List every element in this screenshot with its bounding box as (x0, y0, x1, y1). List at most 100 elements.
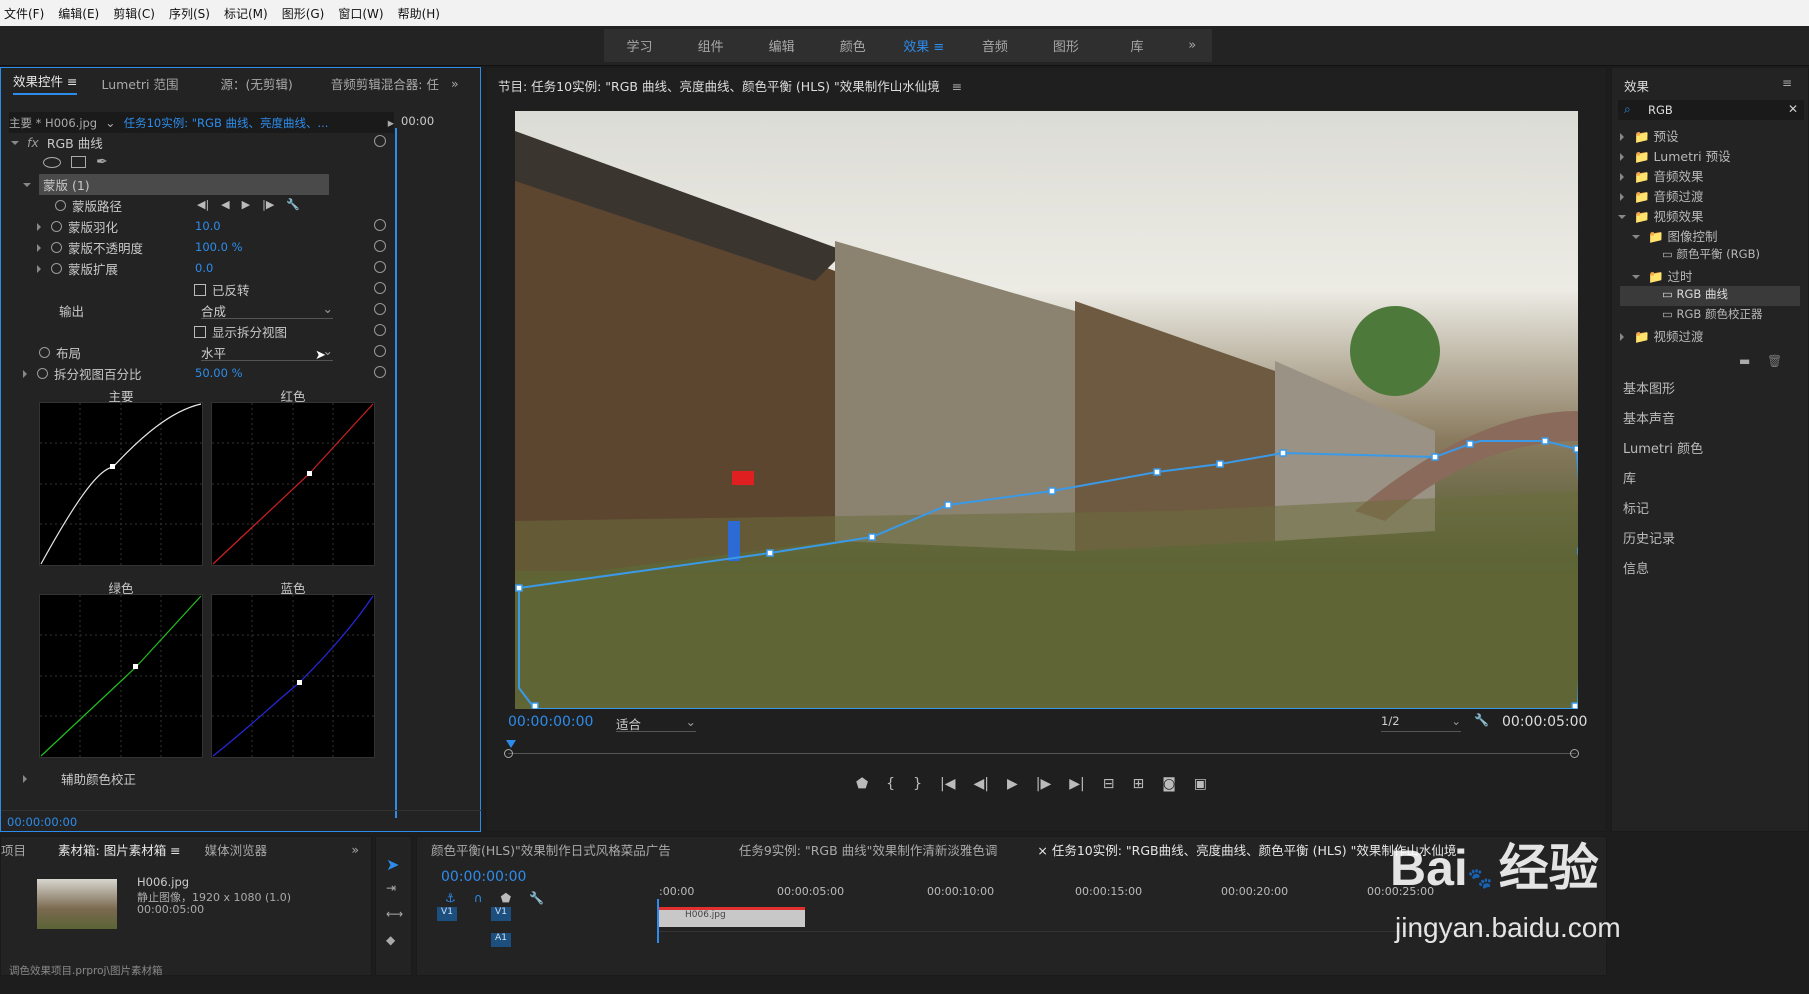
tree-image-control[interactable]: 📁 图像控制 (1632, 226, 1718, 246)
stopwatch-icon[interactable] (39, 347, 50, 358)
reset-icon[interactable] (374, 135, 386, 147)
reset-icon[interactable] (374, 366, 386, 378)
playhead-icon[interactable] (506, 740, 516, 748)
tab-project[interactable]: 项目 (1, 840, 26, 859)
ws-graphics[interactable]: 图形 (1030, 36, 1101, 55)
ws-effects[interactable]: 效果 ≡ (888, 36, 959, 55)
expand-value[interactable]: 0.0 (195, 261, 213, 275)
play-icon[interactable]: ▶ (1007, 776, 1018, 792)
ws-editing[interactable]: 编辑 (746, 36, 817, 55)
menu-clip[interactable]: 剪辑(C) (113, 5, 155, 22)
linked-icon[interactable]: ∩ (474, 891, 483, 905)
stopwatch-icon[interactable] (37, 368, 48, 379)
tab-effect-controls[interactable]: 效果控件 ≡ (13, 71, 78, 95)
ec-timecode[interactable]: 00:00:00:00 (7, 815, 77, 829)
menu-file[interactable]: 文件(F) (4, 5, 44, 22)
program-timecode[interactable]: 00:00:00:00 (508, 714, 593, 730)
rect-mask-icon[interactable] (71, 156, 86, 168)
reset-icon[interactable] (374, 324, 386, 336)
clip-selector[interactable]: 主要 * H006.jpg ⌄ 任务10实例: "RGB 曲线、亮度曲线、...… (9, 112, 394, 133)
output-dropdown[interactable]: 合成 ⌄ (201, 301, 333, 319)
menu-marker[interactable]: 标记(M) (224, 5, 268, 22)
tree-video-transitions[interactable]: 📁 视频过渡 (1620, 326, 1704, 346)
track-back-all-icon[interactable]: ◀| (197, 198, 209, 211)
go-to-in-icon[interactable]: |◀ (940, 776, 955, 792)
tree-rgb-color-corrector[interactable]: ▭ RGB 颜色校正器 (1662, 306, 1762, 326)
menu-icon[interactable]: ≡ (1782, 76, 1792, 90)
tree-color-balance-rgb[interactable]: ▭ 颜色平衡 (RGB) (1662, 246, 1760, 266)
wrench-icon[interactable]: 🔧 (286, 198, 300, 211)
checkbox-icon[interactable] (194, 325, 206, 338)
panel-lumetri-color[interactable]: Lumetri 颜色 (1623, 438, 1703, 464)
show-split-checkbox[interactable]: 显示拆分视图 (194, 321, 287, 342)
feather-value[interactable]: 10.0 (195, 219, 221, 233)
step-forward-icon[interactable]: |▶ (1036, 776, 1051, 792)
panel-libraries[interactable]: 库 (1623, 468, 1636, 494)
menu-window[interactable]: 窗口(W) (338, 5, 383, 22)
menu-sequence[interactable]: 序列(S) (169, 5, 210, 22)
stopwatch-icon[interactable] (51, 242, 62, 253)
stopwatch-icon[interactable] (55, 200, 66, 211)
panel-markers[interactable]: 标记 (1623, 498, 1649, 524)
master-curve[interactable] (39, 402, 203, 566)
tree-audio-transitions[interactable]: 📁 音频过渡 (1620, 186, 1704, 206)
clear-search-icon[interactable]: ✕ (1788, 102, 1798, 116)
v1-source-toggle[interactable]: V1 (437, 907, 457, 921)
ellipse-mask-icon[interactable] (43, 156, 61, 168)
track-select-icon[interactable]: ⇥ (386, 881, 396, 895)
green-curve[interactable] (39, 594, 203, 758)
camera-icon[interactable]: ◙ (1162, 776, 1176, 792)
delete-icon[interactable]: 🗑 (1767, 354, 1782, 368)
expand-icon[interactable] (11, 140, 19, 145)
inverted-checkbox[interactable]: 已反转 (194, 279, 250, 300)
v1-track-label[interactable]: V1 (491, 907, 511, 921)
menu-edit[interactable]: 编辑(E) (58, 5, 99, 22)
more-workspaces-icon[interactable]: » (1173, 38, 1212, 53)
play-arrow-icon[interactable]: ▸ (388, 115, 394, 130)
tab-seq-1[interactable]: 颜色平衡(HLS)"效果制作日式风格菜品广告 (431, 840, 671, 859)
wrench-icon[interactable]: 🔧 (1474, 713, 1489, 727)
tree-video-effects[interactable]: 📁 视频效果 (1618, 206, 1704, 226)
pen-mask-icon[interactable]: ✒ (96, 154, 108, 170)
timeline-clip[interactable]: H006.jpg (659, 907, 805, 927)
clip-thumbnail[interactable] (37, 879, 117, 929)
selection-tool-icon[interactable]: ➤ (386, 855, 399, 874)
secondary-color-row[interactable]: 辅助颜色校正 (23, 768, 136, 789)
tab-bin[interactable]: 素材箱: 图片素材箱 ≡ (58, 840, 181, 859)
fit-dropdown[interactable]: 适合 ⌄ (616, 714, 696, 732)
add-marker-icon[interactable]: ⬟ (856, 776, 868, 792)
stopwatch-icon[interactable] (51, 263, 62, 274)
overflow-icon[interactable]: » (451, 76, 459, 91)
tree-rgb-curves[interactable]: ▭ RGB 曲线 (1620, 286, 1800, 306)
fx-icon[interactable]: fx (27, 135, 39, 150)
compare-icon[interactable]: ▣ (1194, 776, 1207, 792)
a1-track-label[interactable]: A1 (491, 933, 511, 947)
marker-icon[interactable]: ⬟ (501, 891, 511, 905)
program-scrubber[interactable] (504, 740, 1579, 762)
quality-dropdown[interactable]: 1/2 ⌄ (1381, 714, 1461, 732)
chevron-down-icon[interactable]: ⌄ (105, 115, 115, 130)
tree-presets[interactable]: 📁 预设 (1620, 126, 1679, 146)
mark-out-icon[interactable]: } (913, 776, 922, 792)
ws-assembly[interactable]: 组件 (675, 36, 746, 55)
ws-audio[interactable]: 音频 (959, 36, 1030, 55)
reset-icon[interactable] (374, 303, 386, 315)
opacity-value[interactable]: 100.0 % (195, 240, 243, 254)
panel-essential-sound[interactable]: 基本声音 (1623, 408, 1675, 434)
stopwatch-icon[interactable] (51, 221, 62, 232)
new-bin-icon[interactable]: ▬ (1739, 354, 1750, 368)
panel-essential-graphics[interactable]: 基本图形 (1623, 378, 1675, 404)
ws-learn[interactable]: 学习 (604, 36, 675, 55)
mask-header[interactable]: 蒙版 (1) (23, 174, 341, 195)
tree-obsolete[interactable]: 📁 过时 (1632, 266, 1693, 286)
tab-media-browser[interactable]: 媒体浏览器 (205, 840, 268, 859)
ripple-edit-icon[interactable]: ⟷ (386, 907, 403, 921)
snap-icon[interactable]: ⚓ (445, 891, 456, 905)
expand-icon[interactable] (23, 774, 27, 783)
expand-icon[interactable] (23, 182, 31, 187)
split-value[interactable]: 50.00 % (195, 366, 243, 380)
overflow-icon[interactable]: » (351, 842, 359, 857)
expand-icon[interactable] (37, 222, 41, 231)
blue-curve[interactable] (211, 594, 375, 758)
tab-lumetri-scopes[interactable]: Lumetri 范围 (101, 74, 178, 93)
